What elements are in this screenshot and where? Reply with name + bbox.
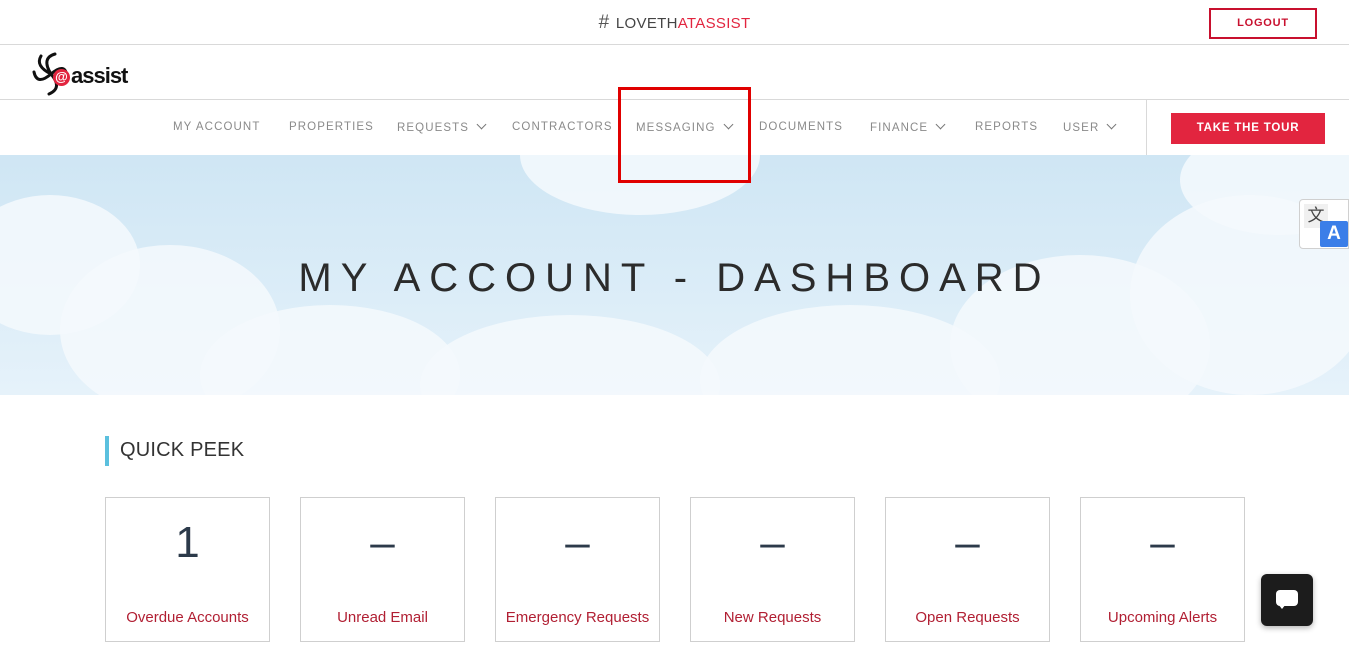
- nav-item-messaging[interactable]: MESSAGING: [636, 119, 734, 134]
- card-overdue-accounts[interactable]: 1 Overdue Accounts: [105, 497, 270, 642]
- card-open-requests[interactable]: – Open Requests: [885, 497, 1050, 642]
- card-label: Emergency Requests: [505, 609, 650, 626]
- nav-item-user[interactable]: USER: [1063, 119, 1117, 134]
- chevron-down-icon: [935, 119, 946, 130]
- card-value: –: [370, 518, 395, 567]
- nav-label: MY ACCOUNT: [173, 121, 261, 133]
- card-label: Unread Email: [337, 609, 428, 626]
- card-label: Overdue Accounts: [126, 609, 249, 626]
- quick-peek-title: QUICK PEEK: [120, 439, 245, 461]
- take-the-tour-button[interactable]: TAKE THE TOUR: [1171, 113, 1325, 144]
- card-value: –: [1150, 518, 1175, 567]
- nav-label: MESSAGING: [636, 122, 716, 134]
- nav-item-finance[interactable]: FINANCE: [870, 119, 946, 134]
- card-label: Open Requests: [915, 609, 1020, 626]
- nav-item-contractors[interactable]: CONTRACTORS: [512, 121, 613, 133]
- logo-text: @ assist: [53, 63, 128, 89]
- card-value: –: [760, 518, 785, 567]
- chat-icon[interactable]: [1261, 574, 1313, 626]
- cloud-decoration: [420, 315, 720, 395]
- nav-item-reports[interactable]: REPORTS: [975, 121, 1038, 133]
- hash-symbol: #: [598, 12, 610, 33]
- nav-item-my-account[interactable]: MY ACCOUNT: [173, 121, 260, 133]
- chevron-down-icon: [723, 119, 734, 130]
- nav-item-documents[interactable]: DOCUMENTS: [759, 121, 843, 133]
- card-value: –: [565, 518, 590, 567]
- chevron-down-icon: [476, 119, 487, 130]
- main-nav: MY ACCOUNT PROPERTIES REQUESTS CONTRACTO…: [0, 100, 1349, 155]
- card-upcoming-alerts[interactable]: – Upcoming Alerts: [1080, 497, 1245, 642]
- card-new-requests[interactable]: – New Requests: [690, 497, 855, 642]
- translate-icon[interactable]: 文 A: [1299, 199, 1349, 249]
- nav-label: REPORTS: [975, 121, 1039, 133]
- nav-divider: [1146, 100, 1147, 155]
- nav-item-properties[interactable]: PROPERTIES: [289, 121, 374, 133]
- nav-label: USER: [1063, 122, 1100, 134]
- nav-label: CONTRACTORS: [512, 121, 613, 133]
- logout-button[interactable]: LOGOUT: [1209, 8, 1317, 39]
- nav-item-requests[interactable]: REQUESTS: [397, 119, 487, 134]
- card-value: –: [955, 518, 980, 567]
- page-title: MY ACCOUNT - DASHBOARD: [298, 256, 1051, 300]
- card-value: 1: [175, 518, 200, 567]
- hashtag-banner: # LOVETHATASSIST: [0, 12, 1349, 34]
- top-bar: # LOVETHATASSIST LOGOUT: [0, 0, 1349, 45]
- card-label: New Requests: [723, 609, 822, 626]
- nav-label: DOCUMENTS: [759, 121, 844, 133]
- translate-target-glyph: A: [1320, 221, 1348, 247]
- section-accent-bar: [105, 436, 109, 466]
- card-unread-email[interactable]: – Unread Email: [300, 497, 465, 642]
- cloud-decoration: [520, 155, 760, 215]
- hashtag-text: LOVETH: [615, 15, 678, 32]
- nav-label: PROPERTIES: [289, 121, 374, 133]
- atassist-logo[interactable]: @ assist: [31, 50, 133, 98]
- logo-at-symbol: @: [53, 69, 70, 86]
- card-emergency-requests[interactable]: – Emergency Requests: [495, 497, 660, 642]
- logo-word: assist: [71, 63, 128, 88]
- hashtag-accent: ATASSIST: [677, 15, 751, 32]
- nav-label: FINANCE: [870, 122, 929, 134]
- nav-label: REQUESTS: [397, 122, 470, 134]
- logo-row: @ assist: [0, 45, 1349, 100]
- hero-banner: MY ACCOUNT - DASHBOARD: [0, 155, 1349, 395]
- chat-tail-shape: [1278, 604, 1286, 609]
- chevron-down-icon: [1106, 119, 1117, 130]
- card-label: Upcoming Alerts: [1107, 609, 1218, 626]
